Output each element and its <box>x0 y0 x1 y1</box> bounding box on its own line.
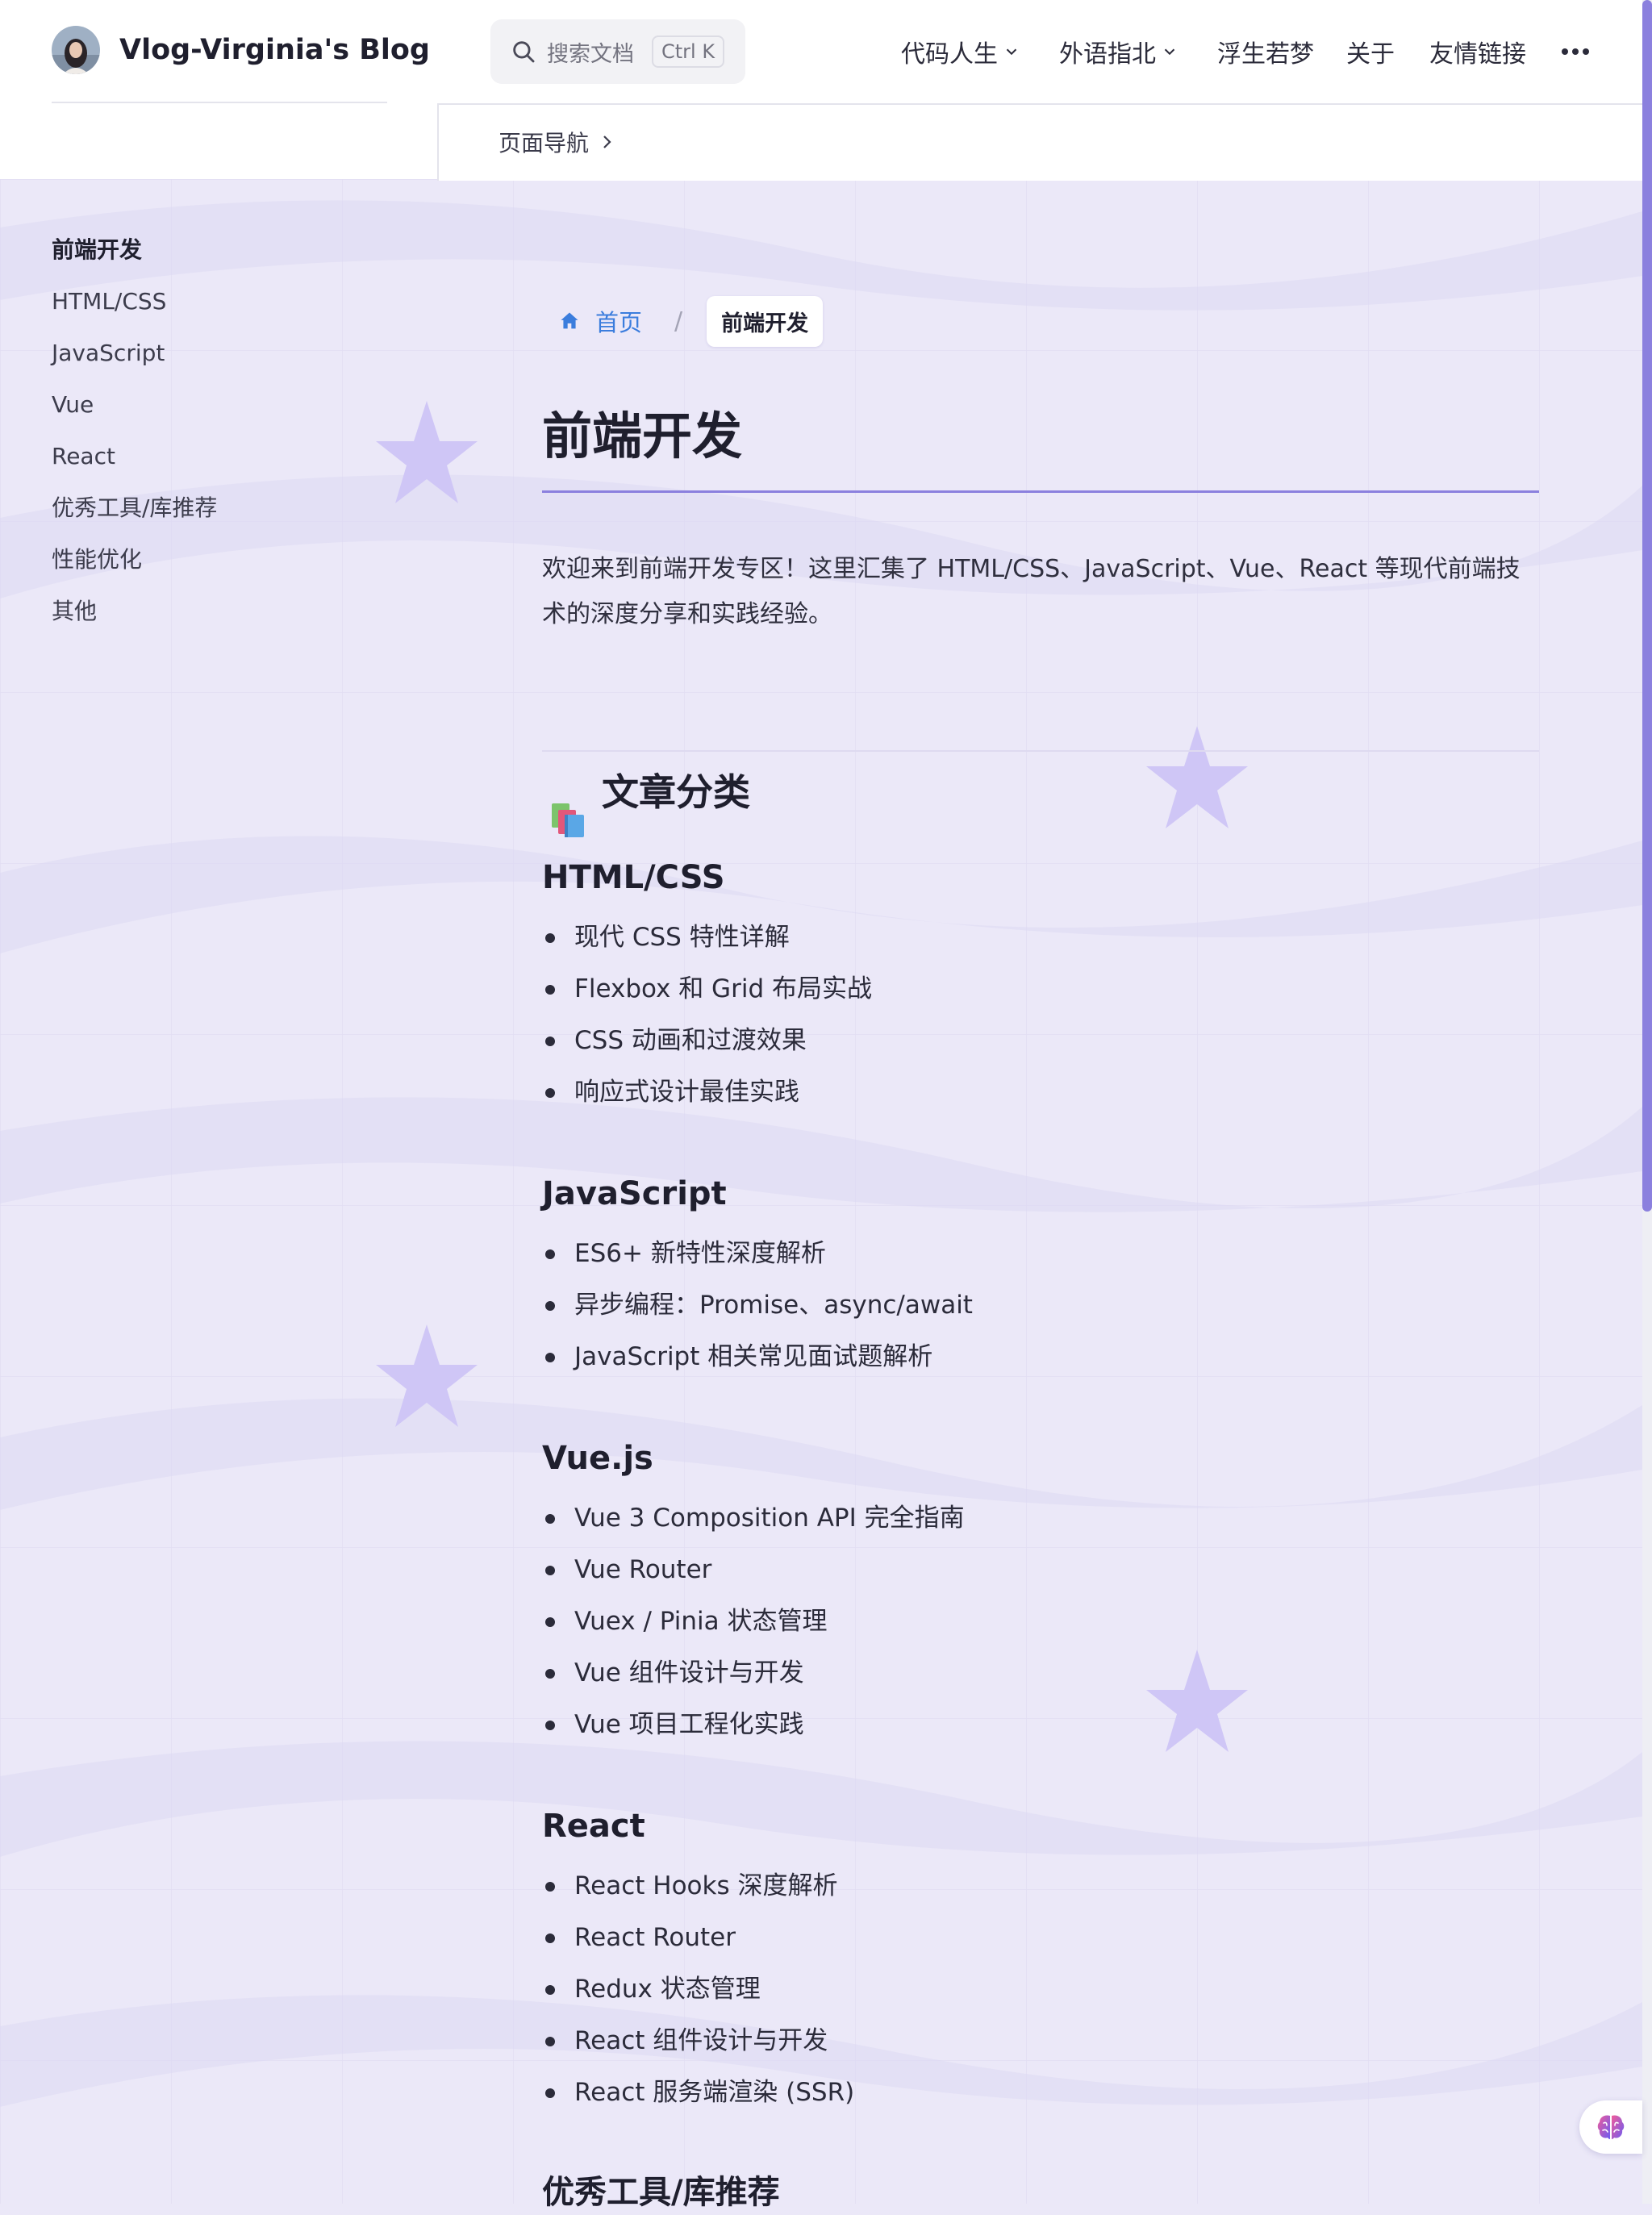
chevron-down-icon <box>1164 48 1175 56</box>
article-link[interactable]: Vue 项目工程化实践 <box>542 1699 965 1750</box>
article-link[interactable]: React 组件设计与开发 <box>542 2015 854 2067</box>
article-link[interactable]: ES6+ 新特性深度解析 <box>542 1228 973 1279</box>
page-title: 前端开发 <box>542 407 743 465</box>
sidebar-item-javascript[interactable]: JavaScript <box>52 337 217 369</box>
section-title: 文章分类 <box>602 770 750 814</box>
category-title-html-css: HTML/CSS <box>542 859 725 896</box>
article-link[interactable]: React Router <box>542 1912 854 1963</box>
avatar <box>52 26 100 74</box>
sidebar-header-spacer <box>0 103 437 179</box>
local-nav-bar: 页面导航 <box>437 103 1644 181</box>
article-link[interactable]: React 服务端渲染 (SSR) <box>542 2067 854 2118</box>
site-title: Vlog-Virginia's Blog <box>119 34 430 66</box>
nav-item-about[interactable]: 关于 <box>1346 32 1395 71</box>
nav-item-label: 关于 <box>1346 40 1395 69</box>
breadcrumb-home-link[interactable]: 首页 <box>595 304 642 338</box>
sidebar-item-html-css[interactable]: HTML/CSS <box>52 286 217 318</box>
search-icon <box>513 41 535 63</box>
category-title-tools: 优秀工具/库推荐 <box>542 2174 780 2211</box>
article-link[interactable]: JavaScript 相关常见面试题解析 <box>542 1331 973 1383</box>
ai-assistant-button[interactable] <box>1579 2100 1642 2154</box>
sidebar-item-tools[interactable]: 优秀工具/库推荐 <box>52 492 217 524</box>
nav-item-languages[interactable]: 外语指北 <box>1059 32 1179 71</box>
home-icon[interactable] <box>558 310 581 332</box>
article-link[interactable]: Redux 状态管理 <box>542 1963 854 2015</box>
nav-item-code-life[interactable]: 代码人生 <box>901 32 1020 71</box>
chevron-right-icon <box>603 136 611 148</box>
top-navigation-bar: Vlog-Virginia's Blog 搜索文档 Ctrl K 代码人生 外语… <box>0 0 1642 103</box>
page-outline-button[interactable]: 页面导航 <box>499 126 616 158</box>
category-list-html-css: 现代 CSS 特性详解 Flexbox 和 Grid 布局实战 CSS 动画和过… <box>542 911 872 1118</box>
nav-item-label: 外语指北 <box>1059 40 1156 69</box>
intro-paragraph: 欢迎来到前端开发专区！这里汇集了 HTML/CSS、JavaScript、Vue… <box>542 555 1521 628</box>
category-list-vue: Vue 3 Composition API 完全指南 Vue Router Vu… <box>542 1492 965 1750</box>
site-brand[interactable]: Vlog-Virginia's Blog <box>52 26 430 74</box>
sidebar-item-performance[interactable]: 性能优化 <box>52 544 217 576</box>
category-title-javascript: JavaScript <box>542 1175 727 1212</box>
category-title-vue: Vue.js <box>542 1440 653 1477</box>
more-dots-icon[interactable] <box>1560 40 1591 63</box>
section-header: 文章分类 <box>542 750 1539 849</box>
article-link[interactable]: Flexbox 和 Grid 布局实战 <box>542 963 872 1015</box>
nav-item-label: 浮生若梦 <box>1217 40 1314 69</box>
books-icon <box>552 803 584 837</box>
nav-item-life[interactable]: 浮生若梦 <box>1217 32 1314 71</box>
scrollbar-thumb[interactable] <box>1642 0 1652 1212</box>
brain-icon <box>1597 2115 1625 2139</box>
sidebar: 前端开发 HTML/CSS JavaScript Vue React 优秀工具/… <box>52 234 217 647</box>
article-link[interactable]: Vuex / Pinia 状态管理 <box>542 1596 965 1647</box>
category-list-react: React Hooks 深度解析 React Router Redux 状态管理… <box>542 1860 854 2118</box>
article-link[interactable]: CSS 动画和过渡效果 <box>542 1015 872 1066</box>
breadcrumb-separator: / <box>674 307 683 336</box>
page-outline-label: 页面导航 <box>499 130 590 156</box>
article-link[interactable]: React Hooks 深度解析 <box>542 1860 854 1912</box>
breadcrumb: 首页 / 前端开发 <box>550 295 824 347</box>
article-link[interactable]: Vue 3 Composition API 完全指南 <box>542 1492 965 1544</box>
category-list-javascript: ES6+ 新特性深度解析 异步编程：Promise、async/await Ja… <box>542 1228 973 1383</box>
sidebar-item-vue[interactable]: Vue <box>52 389 217 421</box>
sidebar-item-react[interactable]: React <box>52 440 217 473</box>
title-divider <box>542 490 1539 493</box>
nav-item-friend-links[interactable]: 友情链接 <box>1429 32 1526 71</box>
search-shortcut-hint: Ctrl K <box>652 35 725 68</box>
breadcrumb-current: 前端开发 <box>707 295 824 347</box>
search-button[interactable]: 搜索文档 Ctrl K <box>490 19 745 84</box>
nav-item-label: 代码人生 <box>901 40 998 69</box>
search-placeholder: 搜索文档 <box>547 41 634 67</box>
article-link[interactable]: Vue 组件设计与开发 <box>542 1647 965 1699</box>
nav-item-label: 友情链接 <box>1429 40 1526 69</box>
article-link[interactable]: Vue Router <box>542 1544 965 1596</box>
article-link[interactable]: 现代 CSS 特性详解 <box>542 911 872 963</box>
category-title-react: React <box>542 1808 645 1845</box>
sidebar-item-other[interactable]: 其他 <box>52 595 217 628</box>
chevron-down-icon <box>1006 48 1017 56</box>
article-link[interactable]: 异步编程：Promise、async/await <box>542 1279 973 1331</box>
sidebar-item-frontend[interactable]: 前端开发 <box>52 234 217 266</box>
article-link[interactable]: 响应式设计最佳实践 <box>542 1066 872 1118</box>
